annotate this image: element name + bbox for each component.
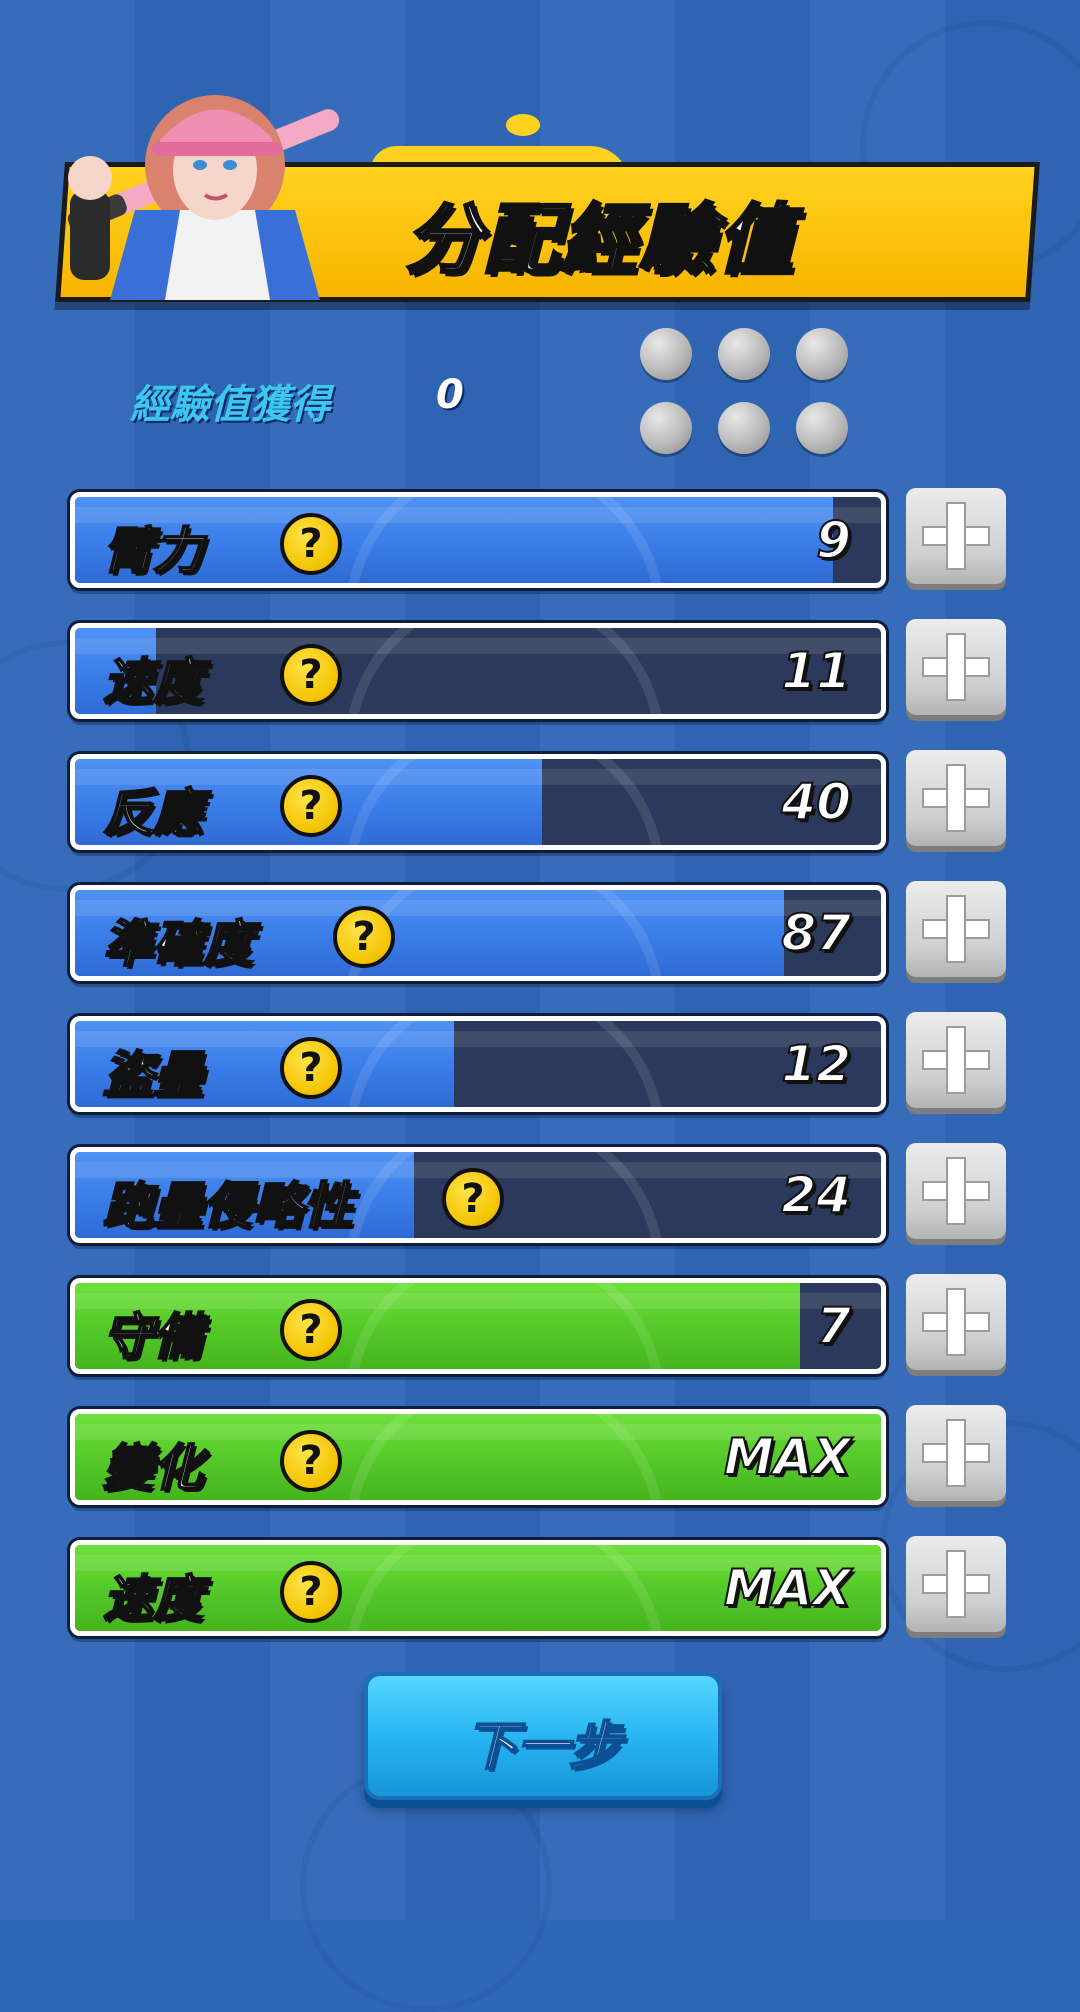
stat-name: 跑壘侵略性 (102, 1176, 354, 1236)
stat-bar: 盜壘? 12 (70, 1016, 886, 1112)
help-icon[interactable]: ? (280, 1299, 342, 1361)
stat-value: 24 (780, 1165, 852, 1225)
stat-row: 準確度? 87 (70, 881, 1020, 983)
stat-row: 守備? 7 (70, 1274, 1020, 1376)
stat-bar: 臂力? 9 (70, 492, 886, 588)
stat-row: 跑壘侵略性? 24 (70, 1143, 1020, 1245)
stat-row: 盜壘? 12 (70, 1012, 1020, 1114)
stat-value: 40 (780, 772, 852, 832)
stat-bar: 速度? 11 (70, 623, 886, 719)
stat-name: 準確度 (102, 914, 254, 974)
plus-button[interactable] (906, 881, 1006, 977)
help-icon[interactable]: ? (442, 1168, 504, 1230)
plus-button[interactable] (906, 619, 1006, 715)
stat-bar: 速度? MAX (70, 1540, 886, 1636)
plus-button[interactable] (906, 750, 1006, 846)
plus-icon (948, 504, 964, 568)
baseball-icon (796, 402, 848, 454)
exp-value: 0 (436, 372, 464, 418)
help-icon[interactable]: ? (280, 1037, 342, 1099)
stat-value: MAX (723, 1427, 852, 1487)
plus-button[interactable] (906, 1143, 1006, 1239)
page-title: 分配經驗值 (404, 194, 795, 286)
stat-value: 12 (780, 1034, 852, 1094)
plus-button[interactable] (906, 488, 1006, 584)
next-step-button[interactable]: 下一步 (364, 1672, 722, 1800)
plus-icon (948, 1159, 964, 1223)
plus-icon (948, 1290, 964, 1354)
plus-icon (948, 1552, 964, 1616)
plus-icon (948, 1028, 964, 1092)
baseball-icon (718, 328, 770, 380)
stat-row: 速度? 11 (70, 619, 1020, 721)
stat-name: 變化 (102, 1438, 204, 1498)
baseball-icon (796, 328, 848, 380)
stat-bar: 反應? 40 (70, 754, 886, 850)
exp-label: 經驗值獲得 (130, 382, 330, 428)
character-portrait (67, 95, 340, 300)
stat-bar: 跑壘侵略性? 24 (70, 1147, 886, 1243)
help-icon[interactable]: ? (280, 644, 342, 706)
stat-name: 臂力 (102, 521, 204, 581)
stat-row: 反應? 40 (70, 750, 1020, 852)
stat-bar: 準確度? 87 (70, 885, 886, 981)
plus-button[interactable] (906, 1536, 1006, 1632)
help-icon[interactable]: ? (280, 1430, 342, 1492)
baseball-icon (640, 402, 692, 454)
stat-value: 9 (815, 510, 852, 570)
stat-name: 反應 (102, 783, 204, 843)
baseball-icon (718, 402, 770, 454)
stat-name: 速度 (102, 652, 204, 712)
plus-icon (948, 635, 964, 699)
stat-row: 臂力? 9 (70, 488, 1020, 590)
stat-row: 變化? MAX (70, 1405, 1020, 1507)
baseball-icons (640, 328, 850, 454)
stat-name: 盜壘 (102, 1045, 204, 1105)
stat-row: 速度? MAX (70, 1536, 1020, 1638)
stat-value: 87 (780, 903, 852, 963)
plus-icon (948, 766, 964, 830)
stat-value: MAX (723, 1558, 852, 1618)
plus-icon (948, 1421, 964, 1485)
stat-value: 11 (780, 641, 852, 701)
stat-name: 守備 (102, 1307, 204, 1367)
baseball-icon (640, 328, 692, 380)
stat-bar: 守備? 7 (70, 1278, 886, 1374)
plus-button[interactable] (906, 1012, 1006, 1108)
next-step-label: 下一步 (464, 1716, 622, 1778)
plus-icon (948, 897, 964, 961)
stat-name: 速度 (102, 1569, 204, 1629)
stat-bar: 變化? MAX (70, 1409, 886, 1505)
plus-button[interactable] (906, 1274, 1006, 1370)
help-icon[interactable]: ? (333, 906, 395, 968)
plus-button[interactable] (906, 1405, 1006, 1501)
help-icon[interactable]: ? (280, 1561, 342, 1623)
help-icon[interactable]: ? (280, 775, 342, 837)
stat-value: 7 (815, 1296, 852, 1356)
header: 分配經驗值 (40, 60, 1040, 302)
banner-splash-dot (506, 114, 540, 136)
help-icon[interactable]: ? (280, 513, 342, 575)
